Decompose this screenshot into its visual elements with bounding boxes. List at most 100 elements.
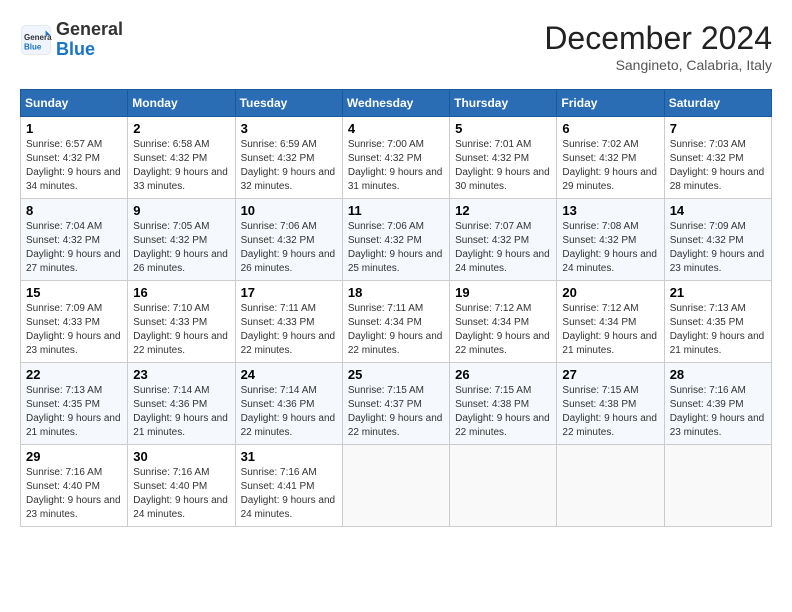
day-cell: 26 Sunrise: 7:15 AM Sunset: 4:38 PM Dayl… [450,363,557,445]
title-block: December 2024 Sangineto, Calabria, Italy [544,20,772,73]
day-number: 5 [455,121,551,136]
day-number: 14 [670,203,766,218]
day-cell: 11 Sunrise: 7:06 AM Sunset: 4:32 PM Dayl… [342,199,449,281]
day-cell: 28 Sunrise: 7:16 AM Sunset: 4:39 PM Dayl… [664,363,771,445]
day-number: 16 [133,285,229,300]
day-info: Sunrise: 7:15 AM Sunset: 4:38 PM Dayligh… [455,384,551,440]
day-number: 28 [670,367,766,382]
day-cell: 1 Sunrise: 6:57 AM Sunset: 4:32 PM Dayli… [21,117,128,199]
day-cell [557,445,664,527]
day-info: Sunrise: 7:11 AM Sunset: 4:33 PM Dayligh… [241,302,337,358]
day-number: 20 [562,285,658,300]
day-info: Sunrise: 7:16 AM Sunset: 4:41 PM Dayligh… [241,466,337,522]
day-number: 21 [670,285,766,300]
svg-text:Blue: Blue [24,42,42,51]
day-cell [342,445,449,527]
day-cell: 14 Sunrise: 7:09 AM Sunset: 4:32 PM Dayl… [664,199,771,281]
day-number: 1 [26,121,122,136]
day-cell: 21 Sunrise: 7:13 AM Sunset: 4:35 PM Dayl… [664,281,771,363]
day-cell: 16 Sunrise: 7:10 AM Sunset: 4:33 PM Dayl… [128,281,235,363]
day-cell: 9 Sunrise: 7:05 AM Sunset: 4:32 PM Dayli… [128,199,235,281]
day-cell: 6 Sunrise: 7:02 AM Sunset: 4:32 PM Dayli… [557,117,664,199]
weekday-header-sunday: Sunday [21,90,128,117]
day-info: Sunrise: 7:05 AM Sunset: 4:32 PM Dayligh… [133,220,229,276]
day-info: Sunrise: 7:09 AM Sunset: 4:33 PM Dayligh… [26,302,122,358]
day-number: 25 [348,367,444,382]
day-info: Sunrise: 7:15 AM Sunset: 4:37 PM Dayligh… [348,384,444,440]
day-number: 18 [348,285,444,300]
day-cell: 30 Sunrise: 7:16 AM Sunset: 4:40 PM Dayl… [128,445,235,527]
day-info: Sunrise: 6:58 AM Sunset: 4:32 PM Dayligh… [133,138,229,194]
day-cell [450,445,557,527]
day-number: 13 [562,203,658,218]
day-number: 30 [133,449,229,464]
day-cell: 17 Sunrise: 7:11 AM Sunset: 4:33 PM Dayl… [235,281,342,363]
day-number: 3 [241,121,337,136]
day-info: Sunrise: 7:00 AM Sunset: 4:32 PM Dayligh… [348,138,444,194]
day-number: 19 [455,285,551,300]
day-cell: 10 Sunrise: 7:06 AM Sunset: 4:32 PM Dayl… [235,199,342,281]
day-cell: 23 Sunrise: 7:14 AM Sunset: 4:36 PM Dayl… [128,363,235,445]
day-info: Sunrise: 7:08 AM Sunset: 4:32 PM Dayligh… [562,220,658,276]
calendar-table: SundayMondayTuesdayWednesdayThursdayFrid… [20,89,772,527]
day-cell: 25 Sunrise: 7:15 AM Sunset: 4:37 PM Dayl… [342,363,449,445]
day-info: Sunrise: 7:07 AM Sunset: 4:32 PM Dayligh… [455,220,551,276]
day-info: Sunrise: 7:06 AM Sunset: 4:32 PM Dayligh… [348,220,444,276]
day-info: Sunrise: 7:09 AM Sunset: 4:32 PM Dayligh… [670,220,766,276]
day-cell [664,445,771,527]
day-info: Sunrise: 7:06 AM Sunset: 4:32 PM Dayligh… [241,220,337,276]
weekday-header-thursday: Thursday [450,90,557,117]
day-number: 27 [562,367,658,382]
month-title: December 2024 [544,20,772,57]
day-info: Sunrise: 7:02 AM Sunset: 4:32 PM Dayligh… [562,138,658,194]
day-cell: 13 Sunrise: 7:08 AM Sunset: 4:32 PM Dayl… [557,199,664,281]
day-number: 23 [133,367,229,382]
day-info: Sunrise: 7:13 AM Sunset: 4:35 PM Dayligh… [670,302,766,358]
day-cell: 18 Sunrise: 7:11 AM Sunset: 4:34 PM Dayl… [342,281,449,363]
day-cell: 19 Sunrise: 7:12 AM Sunset: 4:34 PM Dayl… [450,281,557,363]
day-info: Sunrise: 7:10 AM Sunset: 4:33 PM Dayligh… [133,302,229,358]
day-number: 31 [241,449,337,464]
day-cell: 5 Sunrise: 7:01 AM Sunset: 4:32 PM Dayli… [450,117,557,199]
day-info: Sunrise: 7:14 AM Sunset: 4:36 PM Dayligh… [133,384,229,440]
day-cell: 2 Sunrise: 6:58 AM Sunset: 4:32 PM Dayli… [128,117,235,199]
weekday-header-row: SundayMondayTuesdayWednesdayThursdayFrid… [21,90,772,117]
page-header: General Blue General Blue December 2024 … [20,20,772,73]
week-row-1: 1 Sunrise: 6:57 AM Sunset: 4:32 PM Dayli… [21,117,772,199]
day-number: 15 [26,285,122,300]
day-info: Sunrise: 7:01 AM Sunset: 4:32 PM Dayligh… [455,138,551,194]
day-number: 22 [26,367,122,382]
day-info: Sunrise: 7:13 AM Sunset: 4:35 PM Dayligh… [26,384,122,440]
day-info: Sunrise: 6:57 AM Sunset: 4:32 PM Dayligh… [26,138,122,194]
day-number: 2 [133,121,229,136]
weekday-header-wednesday: Wednesday [342,90,449,117]
day-number: 11 [348,203,444,218]
day-number: 9 [133,203,229,218]
day-info: Sunrise: 7:04 AM Sunset: 4:32 PM Dayligh… [26,220,122,276]
day-info: Sunrise: 7:12 AM Sunset: 4:34 PM Dayligh… [455,302,551,358]
day-info: Sunrise: 7:03 AM Sunset: 4:32 PM Dayligh… [670,138,766,194]
day-cell: 15 Sunrise: 7:09 AM Sunset: 4:33 PM Dayl… [21,281,128,363]
day-number: 29 [26,449,122,464]
day-cell: 12 Sunrise: 7:07 AM Sunset: 4:32 PM Dayl… [450,199,557,281]
day-number: 12 [455,203,551,218]
day-info: Sunrise: 6:59 AM Sunset: 4:32 PM Dayligh… [241,138,337,194]
day-info: Sunrise: 7:16 AM Sunset: 4:39 PM Dayligh… [670,384,766,440]
day-number: 10 [241,203,337,218]
day-number: 7 [670,121,766,136]
day-info: Sunrise: 7:14 AM Sunset: 4:36 PM Dayligh… [241,384,337,440]
day-info: Sunrise: 7:16 AM Sunset: 4:40 PM Dayligh… [26,466,122,522]
weekday-header-tuesday: Tuesday [235,90,342,117]
day-cell: 31 Sunrise: 7:16 AM Sunset: 4:41 PM Dayl… [235,445,342,527]
week-row-5: 29 Sunrise: 7:16 AM Sunset: 4:40 PM Dayl… [21,445,772,527]
weekday-header-saturday: Saturday [664,90,771,117]
day-info: Sunrise: 7:16 AM Sunset: 4:40 PM Dayligh… [133,466,229,522]
day-info: Sunrise: 7:12 AM Sunset: 4:34 PM Dayligh… [562,302,658,358]
day-cell: 24 Sunrise: 7:14 AM Sunset: 4:36 PM Dayl… [235,363,342,445]
day-number: 6 [562,121,658,136]
day-number: 17 [241,285,337,300]
logo-text: General Blue [56,20,123,60]
day-cell: 27 Sunrise: 7:15 AM Sunset: 4:38 PM Dayl… [557,363,664,445]
day-cell: 29 Sunrise: 7:16 AM Sunset: 4:40 PM Dayl… [21,445,128,527]
day-number: 26 [455,367,551,382]
